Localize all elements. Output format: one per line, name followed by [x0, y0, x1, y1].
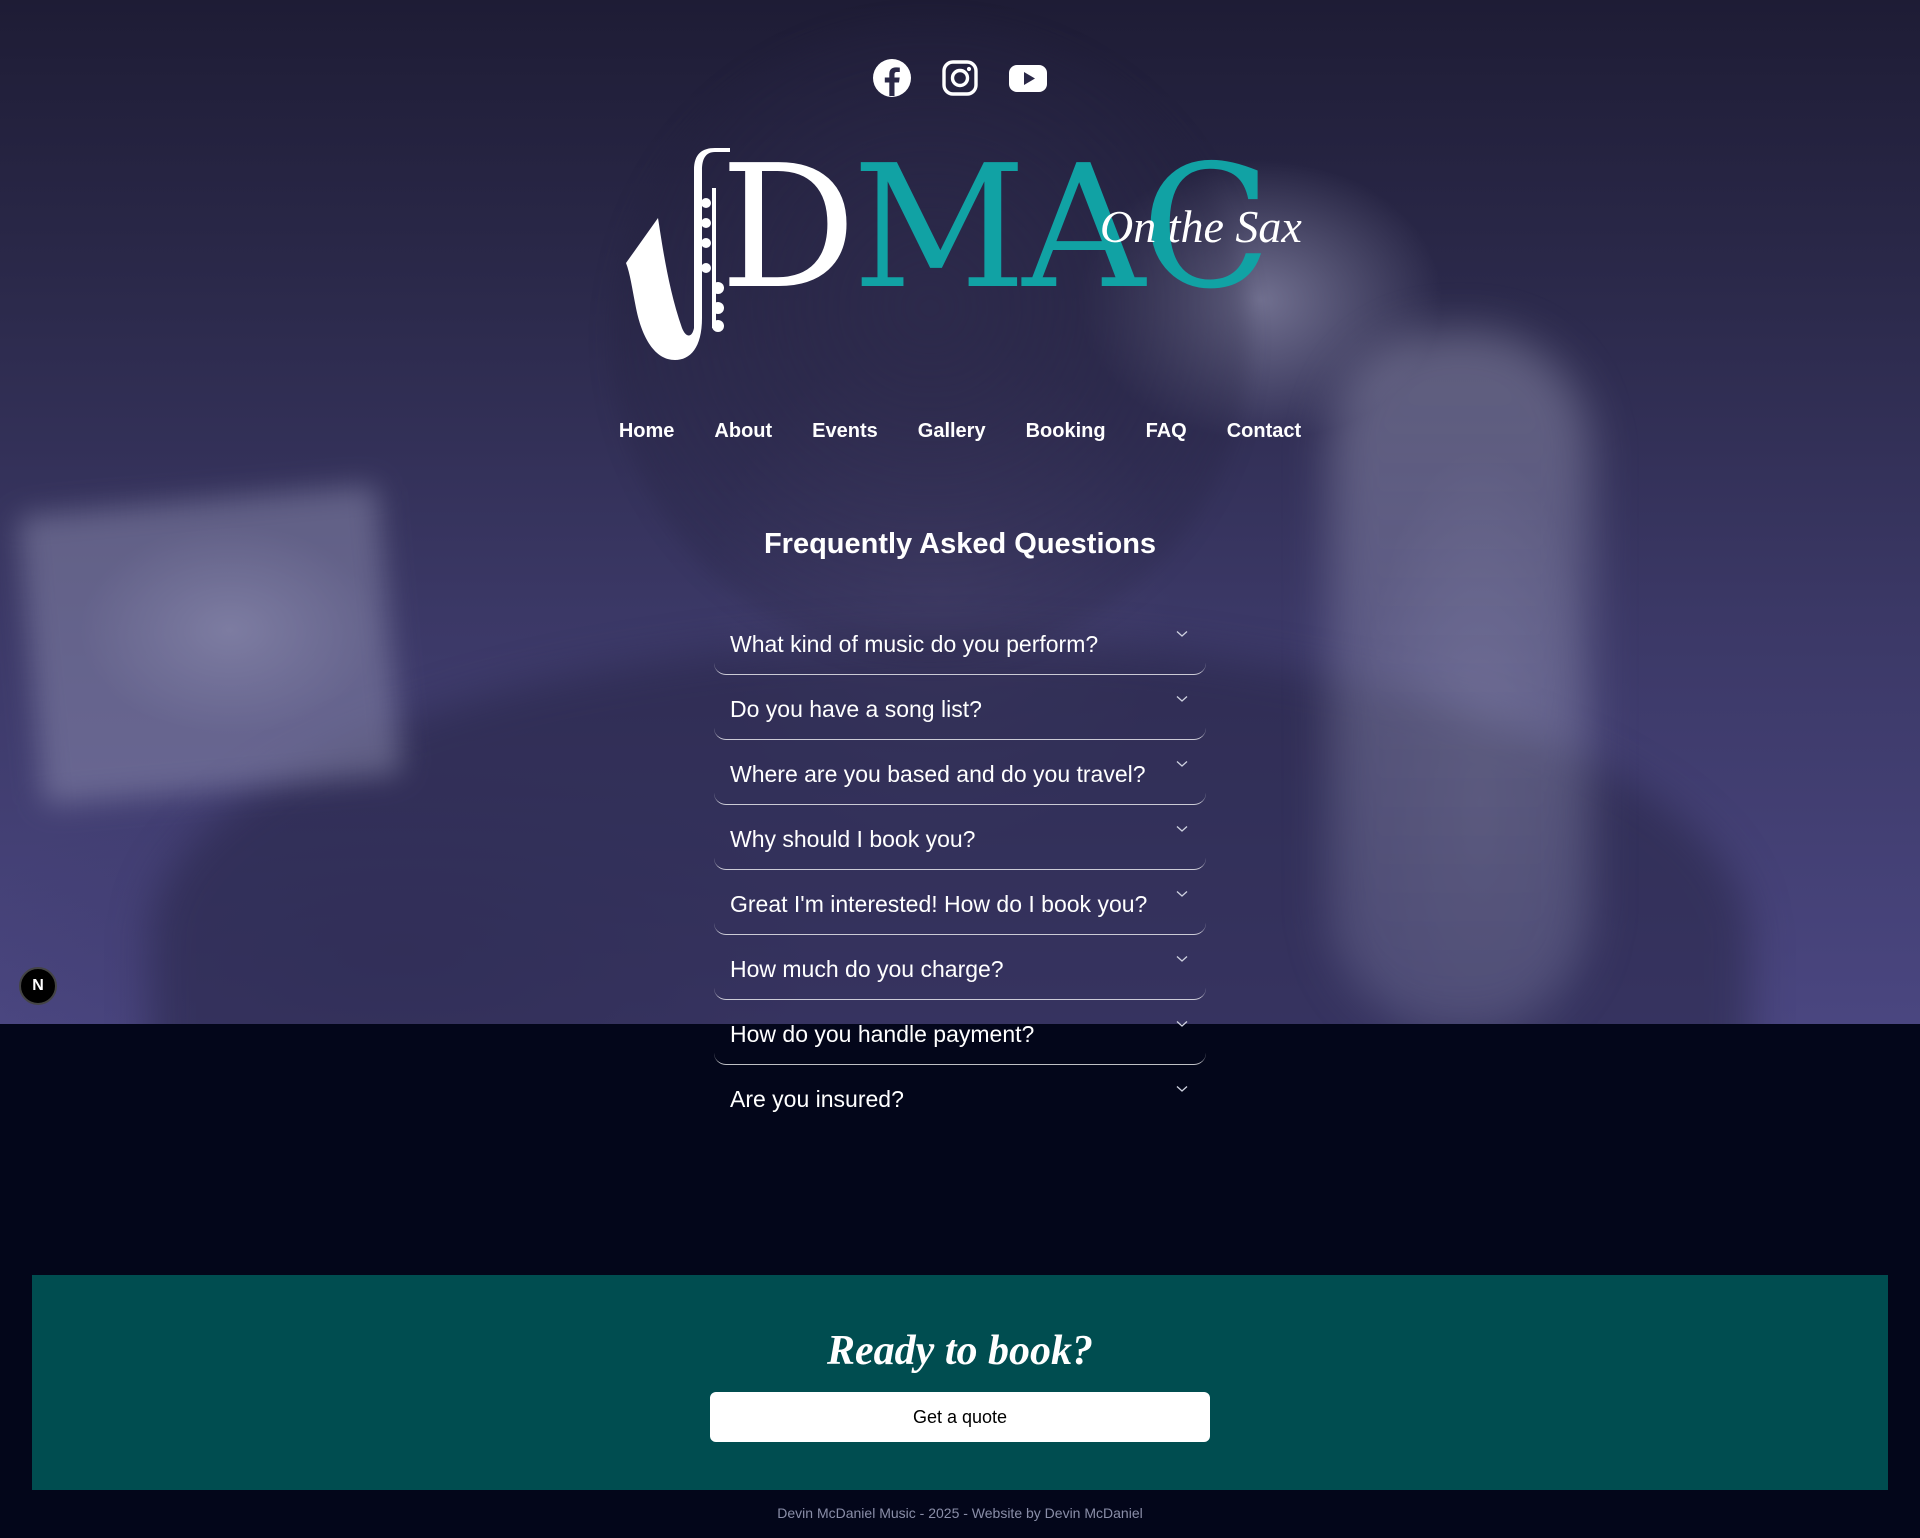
faq-item[interactable]: How much do you charge?: [714, 935, 1206, 1000]
chevron-down-icon: [1176, 826, 1188, 832]
brand-logo[interactable]: DMAC On the Sax: [620, 143, 1302, 368]
faq-question: Great I'm interested! How do I book you?: [730, 891, 1148, 917]
social-links: [0, 58, 1920, 98]
nav-item-home[interactable]: Home: [619, 420, 675, 443]
faq-question: How much do you charge?: [730, 956, 1004, 982]
cta-heading: Ready to book?: [827, 1328, 1093, 1374]
logo-letter-d: D: [720, 129, 856, 327]
nav-item-gallery[interactable]: Gallery: [918, 420, 986, 443]
instagram-icon[interactable]: [940, 58, 980, 98]
chevron-down-icon: [1176, 631, 1188, 637]
faq-question: Why should I book you?: [730, 826, 976, 852]
main-nav: Home About Events Gallery Booking FAQ Co…: [0, 420, 1920, 443]
chevron-down-icon: [1176, 956, 1188, 962]
get-quote-button[interactable]: Get a quote: [710, 1392, 1210, 1442]
nav-item-faq[interactable]: FAQ: [1146, 420, 1187, 443]
faq-item[interactable]: Are you insured?: [714, 1065, 1206, 1130]
chevron-down-icon: [1176, 1021, 1188, 1027]
logo-tagline: On the Sax: [1100, 201, 1302, 252]
faq-question: Where are you based and do you travel?: [730, 761, 1146, 787]
framework-dev-badge[interactable]: N: [19, 967, 57, 1005]
booking-cta: Ready to book? Get a quote: [32, 1275, 1888, 1490]
nav-item-about[interactable]: About: [714, 420, 772, 443]
chevron-down-icon: [1176, 761, 1188, 767]
faq-question: How do you handle payment?: [730, 1021, 1035, 1047]
chevron-down-icon: [1176, 891, 1188, 897]
faq-title: Frequently Asked Questions: [763, 528, 1157, 560]
footer-credits: Devin McDaniel Music - 2025 - Website by…: [777, 1505, 1143, 1521]
chevron-down-icon: [1176, 696, 1188, 702]
faq-accordion: What kind of music do you perform? Do yo…: [714, 610, 1206, 1130]
faq-item[interactable]: Where are you based and do you travel?: [714, 740, 1206, 805]
chevron-down-icon: [1176, 1086, 1188, 1092]
faq-question: Are you insured?: [730, 1086, 904, 1112]
faq-item[interactable]: Do you have a song list?: [714, 675, 1206, 740]
faq-item[interactable]: What kind of music do you perform?: [714, 610, 1206, 675]
faq-item[interactable]: Why should I book you?: [714, 805, 1206, 870]
facebook-icon[interactable]: [872, 58, 912, 98]
nav-item-contact[interactable]: Contact: [1227, 420, 1301, 443]
nav-item-booking[interactable]: Booking: [1026, 420, 1106, 443]
faq-question: What kind of music do you perform?: [730, 631, 1099, 657]
nav-item-events[interactable]: Events: [812, 420, 878, 443]
faq-item[interactable]: How do you handle payment?: [714, 1000, 1206, 1065]
youtube-icon[interactable]: [1008, 58, 1048, 98]
faq-item[interactable]: Great I'm interested! How do I book you?: [714, 870, 1206, 935]
faq-question: Do you have a song list?: [730, 696, 982, 722]
